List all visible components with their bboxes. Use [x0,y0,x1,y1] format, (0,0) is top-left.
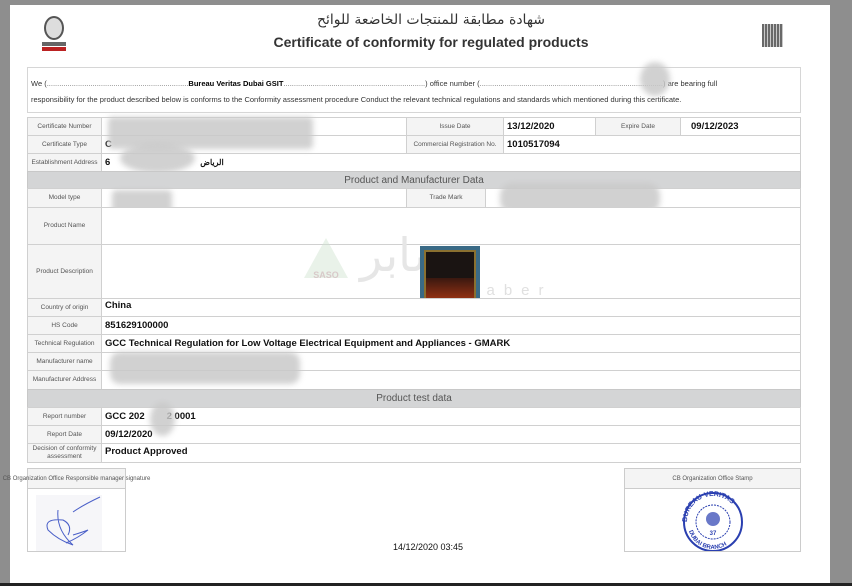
address-arabic: الرياض [200,158,224,167]
commercial-registration-label: Commercial Registration No. [406,135,504,154]
intro-text: responsibility for the product described… [31,95,682,104]
report-date-label: Report Date [27,425,102,444]
office-stamp: BUREAU VERITAS DUBAI BRANCH 37 [682,491,743,552]
redaction [150,402,175,436]
certificate-number-label: Certificate Number [27,117,102,136]
manufacturer-name-label: Manufacturer name [27,352,102,371]
report-number-part: GCC 202 [105,411,145,422]
certificate-type-label: Certificate Type [27,135,102,154]
dots: ........................................… [283,79,426,88]
report-number-value: GCC 202 2 0001 [101,407,801,426]
decision-value: Product Approved [101,443,801,463]
redaction [640,62,670,96]
address-text: 6 [105,157,111,168]
stamp-label: CB Organization Office Stamp [625,469,800,489]
intro-text: ) office number ( [425,79,480,88]
product-section-header: Product and Manufacturer Data [27,171,801,189]
report-date-value: 09/12/2020 [101,425,801,444]
stamp-bottom-text: DUBAI BRANCH [687,530,728,552]
product-description-label: Product Description [27,244,102,299]
country-of-origin-label: Country of origin [27,298,102,317]
signature-label: CB Organization Office Responsible manag… [3,469,150,489]
dots: ........................................… [479,79,663,88]
saso-text: SASO [313,270,339,280]
responsibility-statement: We (....................................… [27,67,801,113]
establishment-address-value: 6 الرياض [101,153,801,172]
report-number-label: Report number [27,407,102,426]
svg-text:DUBAI BRANCH: DUBAI BRANCH [687,530,728,551]
trade-mark-label: Trade Mark [406,188,486,208]
technical-regulation-value: GCC Technical Regulation for Low Voltage… [101,334,801,353]
print-timestamp: 14/12/2020 03:45 [393,542,464,552]
qr-code-icon [762,24,783,47]
redaction [110,352,300,384]
product-name-value [101,207,801,245]
commercial-registration-value: 1010517094 [503,135,801,154]
country-of-origin-value: China [101,298,801,317]
stamp-box: CB Organization Office Stamp BUREAU VERI… [624,468,801,552]
title-english: Certificate of conformity for regulated … [273,34,589,50]
dots: ........................................… [46,79,189,88]
test-section-header: Product test data [27,389,801,408]
redaction [120,143,195,173]
issue-date-value: 13/12/2020 [503,117,596,136]
hs-code-label: HS Code [27,316,102,335]
title-arabic: شهادة مطابقة للمنتجات الخاضعة للوائح [316,12,546,28]
intro-text: ) are bearing full [662,79,718,88]
signature-box: CB Organization Office Responsible manag… [3,468,150,552]
product-name-label: Product Name [27,207,102,245]
signature-image [36,495,102,551]
model-type-label: Model type [27,188,102,208]
hs-code-value: 851629100000 [101,316,801,335]
saso-watermark: SASO [300,232,352,284]
stamp-number: 37 [710,531,717,537]
saber-watermark-text: saber [470,282,553,299]
issue-date-label: Issue Date [406,117,504,136]
intro-text: We ( [31,79,47,88]
expire-date-label: Expire Date [595,117,681,136]
decision-label: Decision of conformity assessment [27,443,102,463]
company-name: Bureau Veritas Dubai GSIT [188,79,284,88]
manufacturer-address-label: Manufacturer Address [27,370,102,390]
expire-date-value: 09/12/2023 [680,117,801,136]
technical-regulation-label: Technical Regulation [27,334,102,353]
establishment-address-label: Establishment Address [27,153,102,172]
